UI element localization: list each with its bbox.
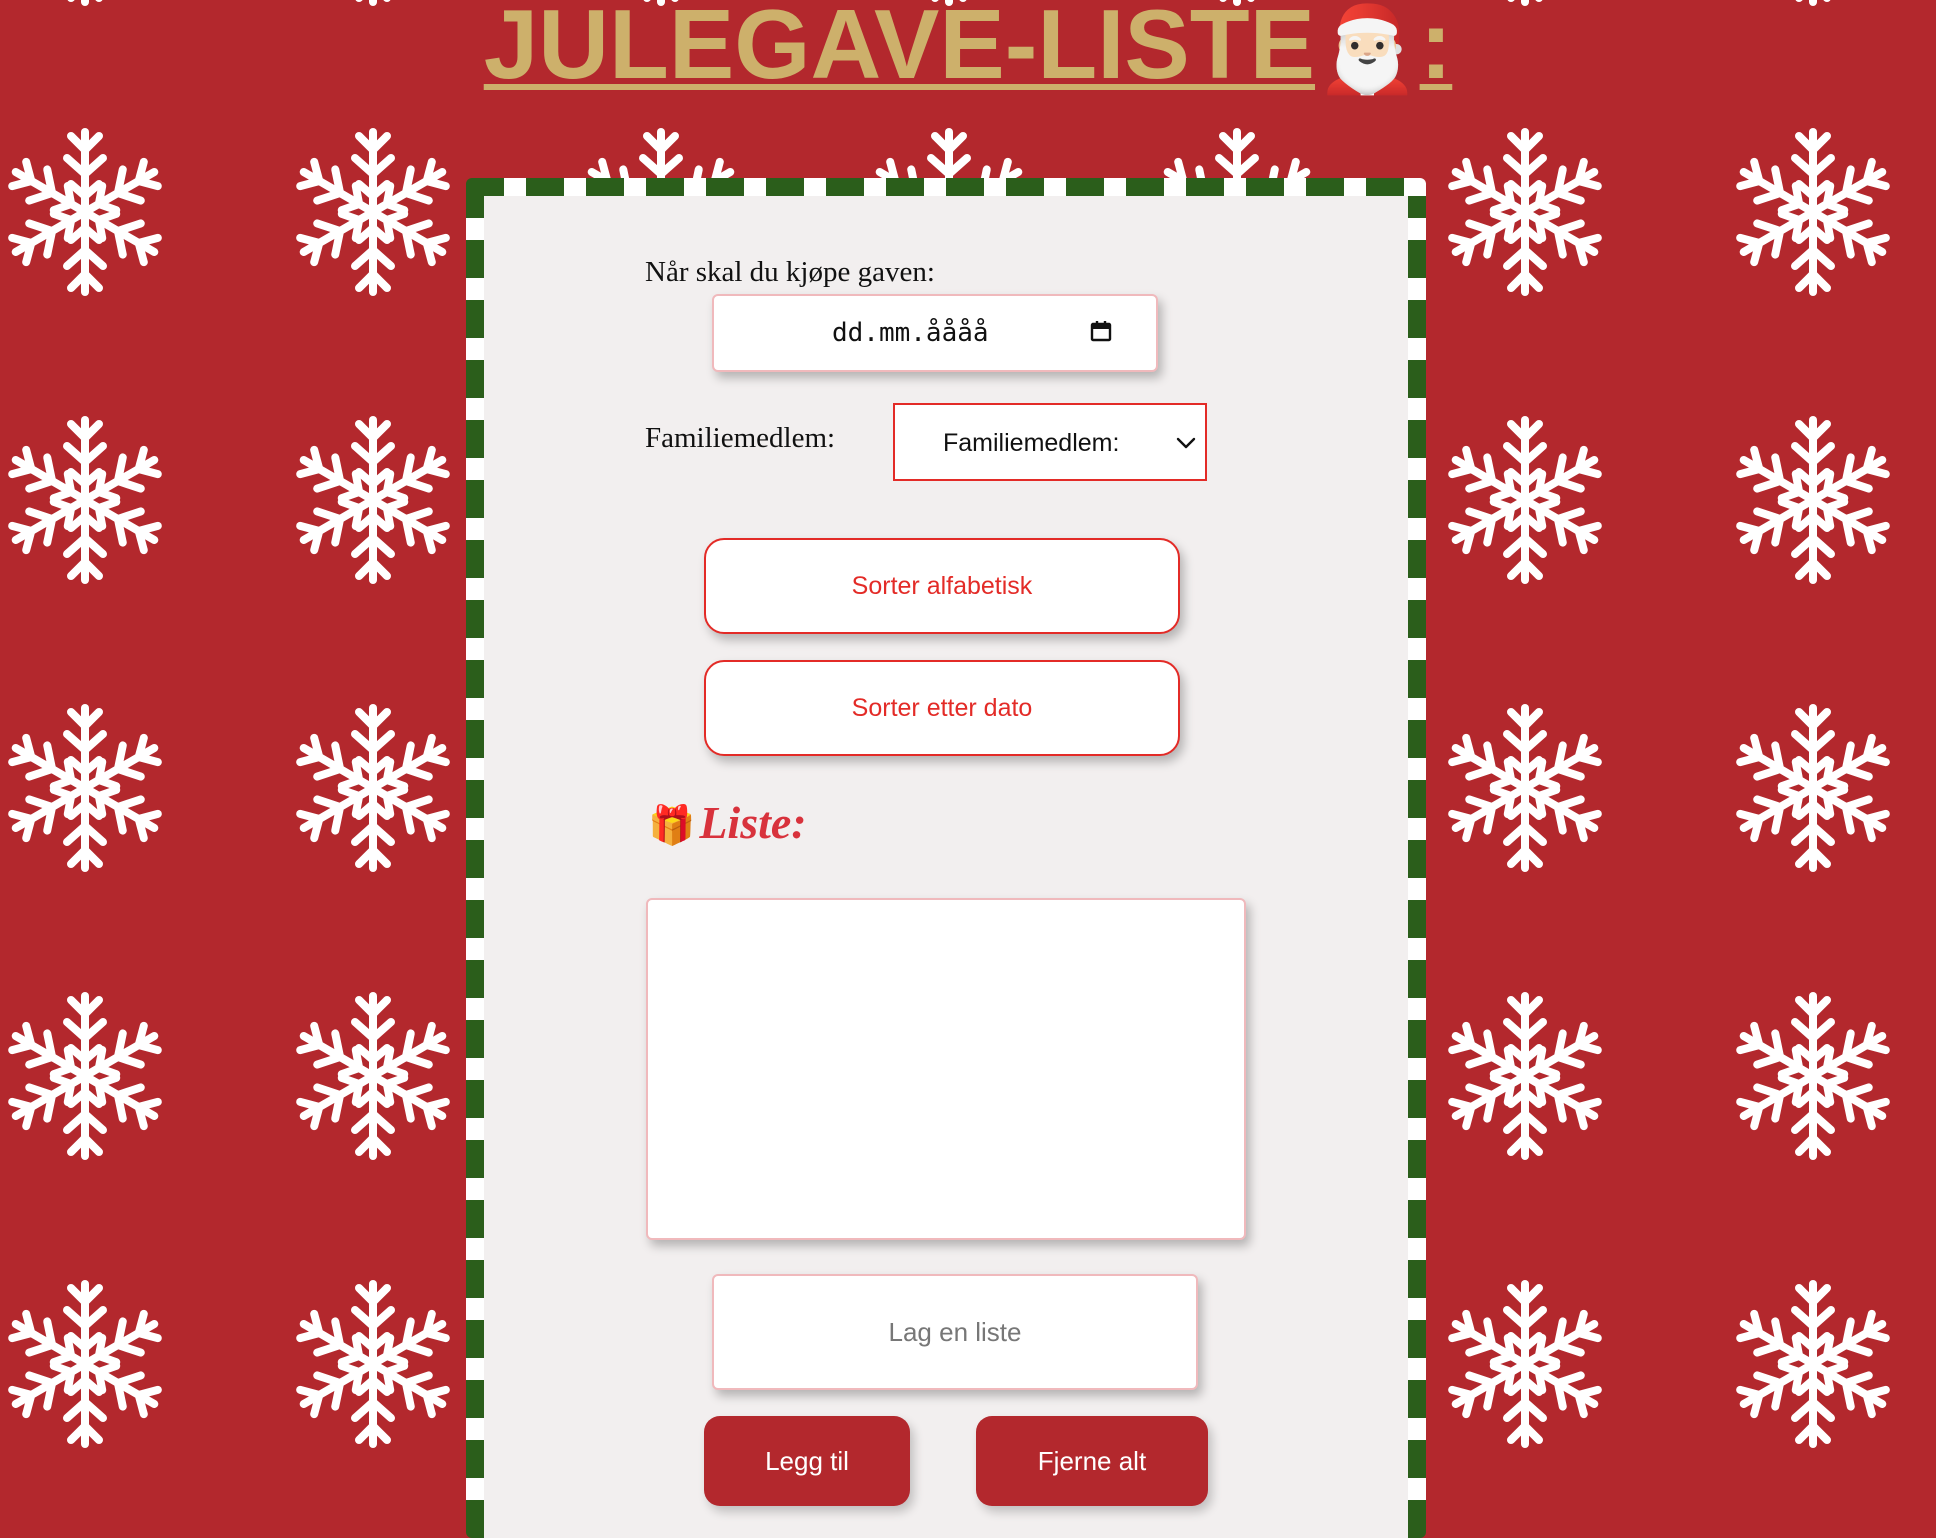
santa-icon: 🎅🏻	[1315, 0, 1420, 98]
snowflake-icon	[295, 708, 452, 868]
date-label: Når skal du kjøpe gaven:	[645, 256, 935, 288]
snowflake-icon	[295, 132, 452, 292]
list-heading: 🎁Liste:	[648, 796, 807, 849]
family-label: Familiemedlem:	[645, 422, 836, 454]
snowflake-icon	[7, 132, 164, 292]
family-select[interactable]: Familiemedlem:	[893, 403, 1207, 481]
family-select-value: Familiemedlem:	[943, 429, 1120, 457]
snowflake-icon	[1447, 708, 1604, 868]
snowflake-icon	[7, 1284, 164, 1444]
snowflake-icon	[1447, 1284, 1604, 1444]
page-title-colon: :	[1419, 0, 1453, 99]
gift-entry-input[interactable]: Lag en liste	[712, 1274, 1198, 1390]
gift-icon: 🎁	[648, 803, 696, 847]
snowflake-icon	[1735, 996, 1892, 1156]
snowflake-icon	[1735, 708, 1892, 868]
snowflake-icon	[1735, 132, 1892, 292]
snowflake-icon	[7, 708, 164, 868]
clear-all-button[interactable]: Fjerne alt	[976, 1416, 1208, 1506]
snowflake-icon	[295, 996, 452, 1156]
page-title-label: JULEGAVE-LISTE	[483, 0, 1316, 99]
snowflake-icon	[1447, 996, 1604, 1156]
snowflake-icon	[1447, 420, 1604, 580]
gift-list-box[interactable]	[646, 898, 1246, 1240]
add-button[interactable]: Legg til	[704, 1416, 910, 1506]
snowflake-icon	[295, 1284, 452, 1444]
date-input[interactable]: dd.mm.åååå	[712, 294, 1158, 372]
snowflake-icon	[1447, 132, 1604, 292]
page-title-text: JULEGAVE-LISTE🎅🏻:	[484, 0, 1453, 99]
page-title: JULEGAVE-LISTE🎅🏻:	[0, 0, 1936, 100]
list-heading-text: Liste:	[699, 797, 807, 848]
sort-alphabetical-button[interactable]: Sorter alfabetisk	[704, 538, 1180, 634]
calendar-icon[interactable]	[1090, 320, 1112, 342]
date-placeholder: dd.mm.åååå	[832, 318, 989, 348]
snowflake-icon	[7, 996, 164, 1156]
snowflake-icon	[1735, 1284, 1892, 1444]
chevron-down-icon	[1176, 437, 1196, 449]
sort-by-date-button[interactable]: Sorter etter dato	[704, 660, 1180, 756]
snowflake-icon	[1735, 420, 1892, 580]
snowflake-icon	[295, 420, 452, 580]
snowflake-icon	[7, 420, 164, 580]
